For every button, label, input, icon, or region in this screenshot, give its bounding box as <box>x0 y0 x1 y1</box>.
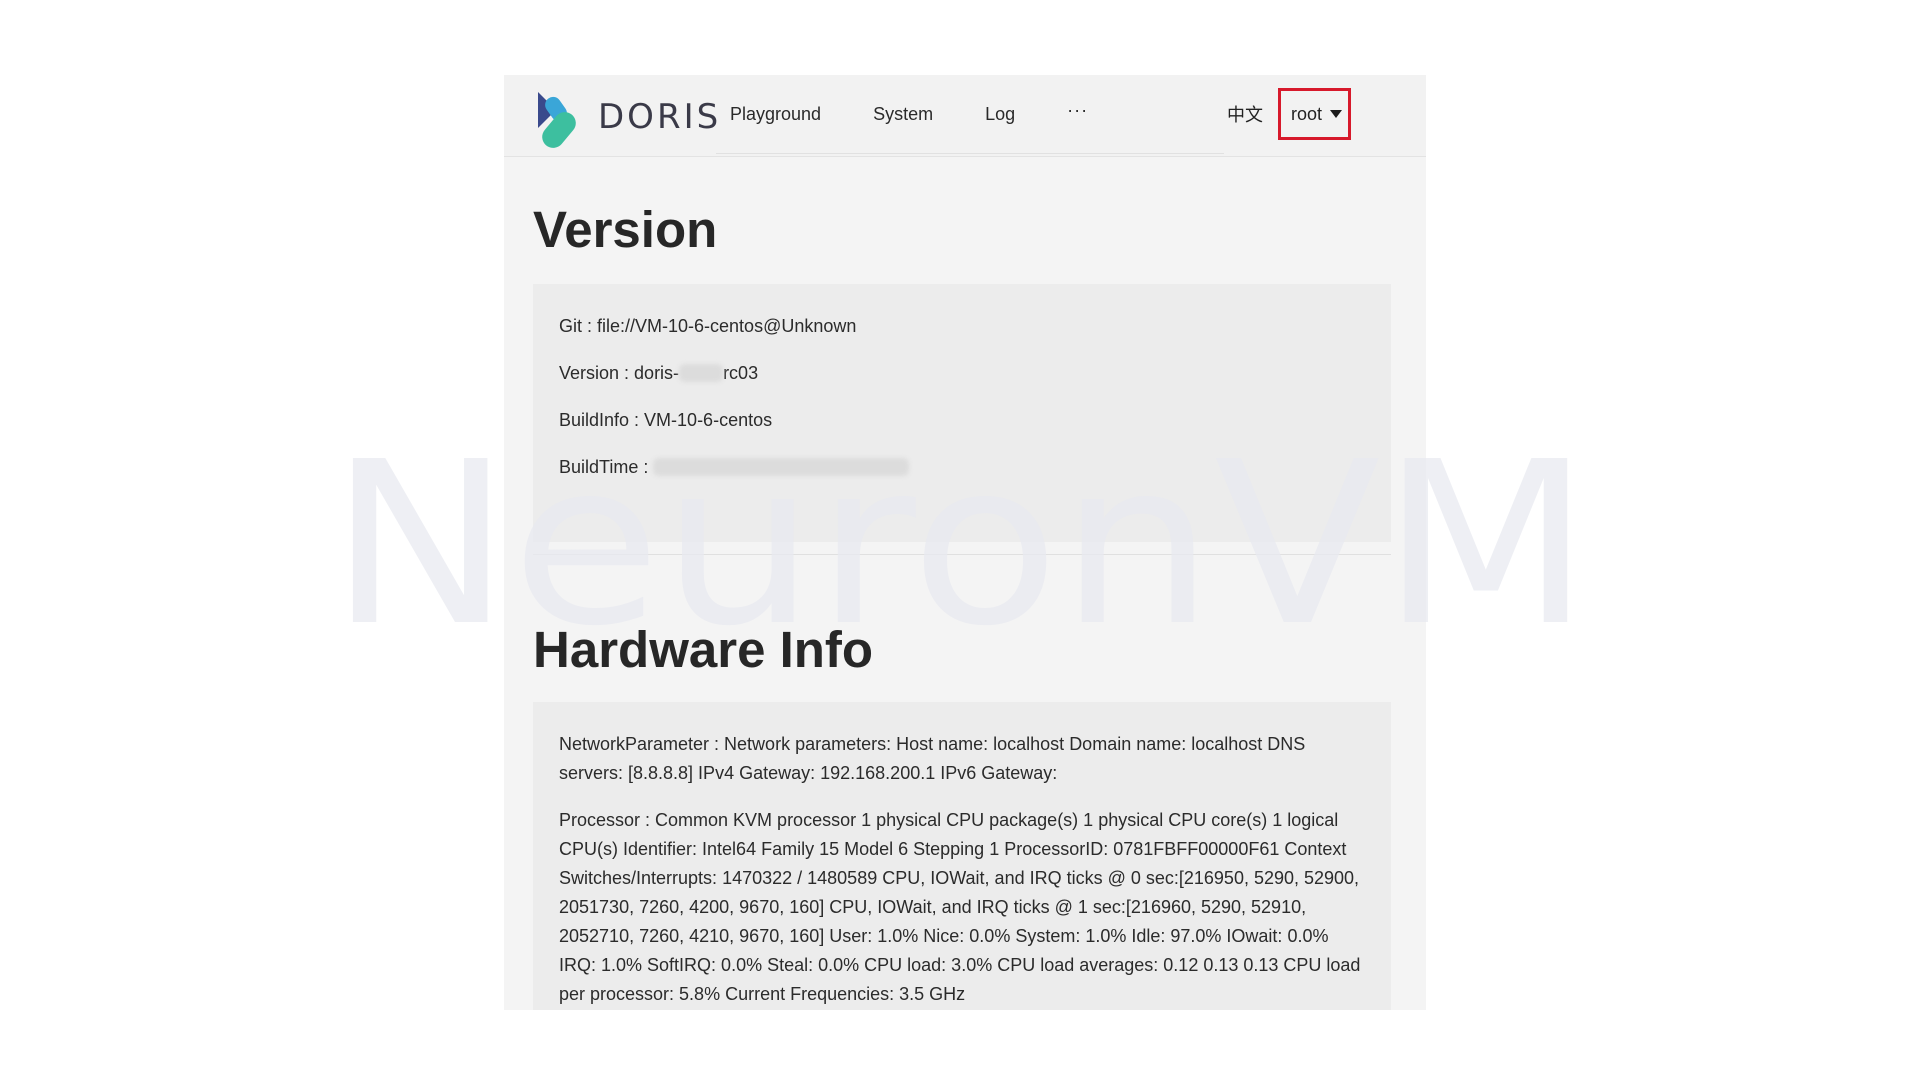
redacted-version <box>679 364 724 382</box>
nav-system[interactable]: System <box>873 104 933 125</box>
doris-logo-icon <box>538 92 576 148</box>
version-card: Git : file://VM-10-6-centos@Unknown Vers… <box>533 284 1391 542</box>
buildinfo-row: BuildInfo : VM-10-6-centos <box>559 410 773 430</box>
language-switch[interactable]: 中文 <box>1227 101 1263 127</box>
redacted-buildtime <box>653 458 910 476</box>
section-divider <box>533 554 1391 555</box>
caret-down-icon <box>1330 110 1343 118</box>
hardware-title: Hardware Info <box>533 621 874 678</box>
git-row: Git : file://VM-10-6-centos@Unknown <box>559 316 857 336</box>
buildtime-row: BuildTime : <box>559 453 1365 482</box>
nav-log[interactable]: Log <box>985 104 1015 125</box>
top-navigation-bar: DORIS Playground System Log ··· 中文 root <box>504 75 1426 157</box>
main-nav: Playground System Log ··· <box>716 75 1224 154</box>
version-row: Version : doris-rc03 <box>559 359 1365 388</box>
user-dropdown[interactable]: root <box>1278 88 1351 140</box>
processor-info: Processor : Common KVM processor 1 physi… <box>559 810 1361 1004</box>
nav-more-icon[interactable]: ··· <box>1067 100 1088 121</box>
browser-content: DORIS Playground System Log ··· 中文 root … <box>504 75 1426 1010</box>
version-title: Version <box>533 201 718 258</box>
brand-name: DORIS <box>598 97 722 137</box>
doris-logo[interactable]: DORIS <box>534 85 721 149</box>
nav-playground[interactable]: Playground <box>730 104 821 125</box>
version-label: Version : doris- <box>559 363 680 383</box>
user-name: root <box>1291 103 1323 124</box>
network-parameter: NetworkParameter : Network parameters: H… <box>559 734 1306 783</box>
version-suffix: rc03 <box>723 363 759 383</box>
buildtime-label: BuildTime : <box>559 457 649 477</box>
hardware-card: NetworkParameter : Network parameters: H… <box>533 702 1391 1010</box>
